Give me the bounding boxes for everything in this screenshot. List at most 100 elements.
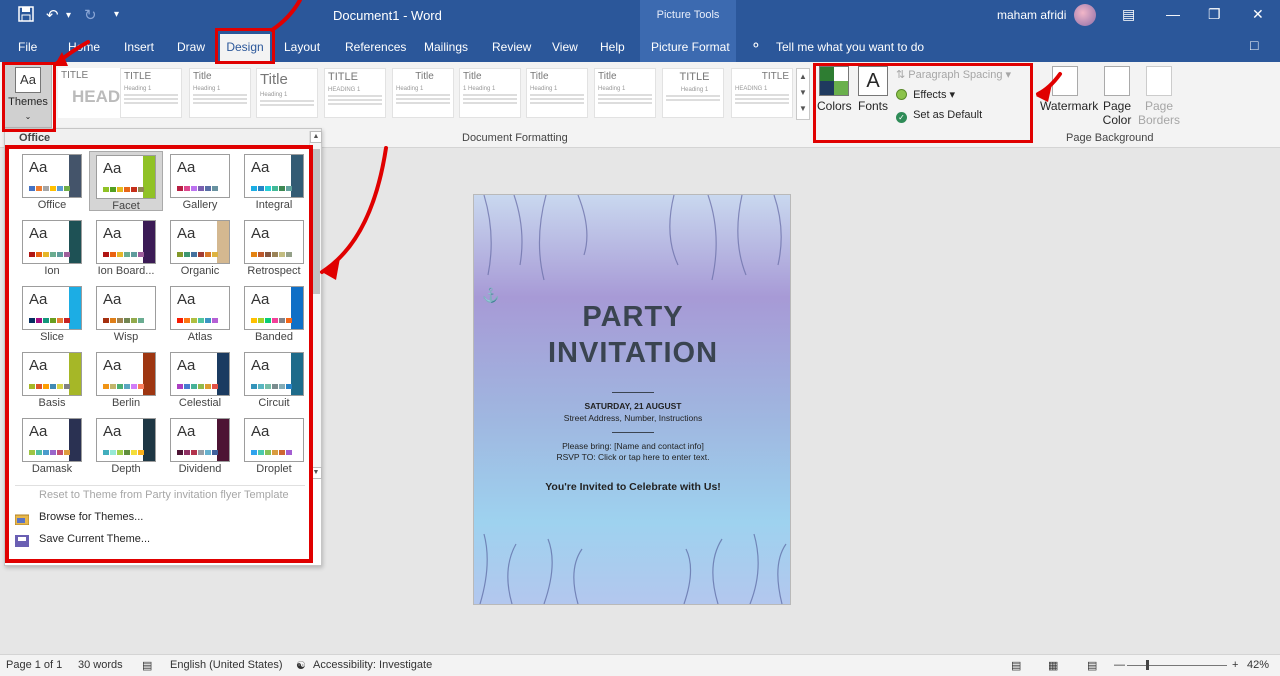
customize-qat-icon[interactable]: ▾ [114,9,119,20]
style-set-title: TITLE [679,71,710,83]
zoom-out-icon[interactable]: — [1114,659,1125,671]
tab-draw[interactable]: Draw [177,40,205,54]
print-layout-icon[interactable]: ▦ [1048,659,1058,672]
zoom-in-icon[interactable]: + [1232,659,1238,671]
leaves-decoration-bottom [479,533,787,604]
minimize-icon[interactable]: — [1166,6,1180,22]
divider [612,432,654,433]
event-date[interactable]: SATURDAY, 21 AUGUST [474,401,790,411]
scroll-up-icon[interactable]: ▲ [310,131,322,143]
watermark-button[interactable]: Watermark [1040,66,1098,113]
scroll-up-icon[interactable]: ▲ [797,69,809,85]
page-borders-icon [1146,66,1172,96]
tab-insert[interactable]: Insert [124,40,154,54]
party-title-line1: PARTY [582,301,684,333]
style-set-thumb[interactable]: Title Heading 1 [526,68,588,118]
style-set-heading: Heading 1 [598,86,626,92]
more-icon[interactable]: ▼ [797,101,809,117]
ribbon-display-options-icon[interactable]: ▤ [1122,6,1135,23]
title-bar: ↶ ▾ ↻ ▾ Document1 - Word Picture Tools m… [0,0,1280,32]
annotation-highlight-box [813,63,1033,143]
style-set-thumb[interactable]: TITLE HEAD [58,68,120,118]
restore-icon[interactable]: ❐ [1208,6,1221,23]
style-set-title: Title [530,71,549,82]
tab-mailings[interactable]: Mailings [424,40,468,54]
tab-view[interactable]: View [552,40,578,54]
page-borders-button[interactable]: Page Borders [1134,66,1184,127]
close-icon[interactable]: ✕ [1252,6,1264,23]
lightbulb-icon: ⚬ [750,37,762,53]
tab-picture-format[interactable]: Picture Format [651,40,730,54]
style-set-head-preview: HEAD [72,87,120,106]
tab-file[interactable]: File [18,40,37,54]
style-set-thumb[interactable]: Title Heading 1 [392,68,454,118]
style-set-thumb[interactable]: TITLE HEADING 1 [324,68,386,118]
tab-home[interactable]: Home [68,40,100,54]
user-name[interactable]: maham afridi [997,8,1066,22]
themes-dropdown: Office Aa Office Aa Facet Aa Gallery Aa Integra… [4,128,322,566]
style-set-thumb[interactable]: Title 1 Heading 1 [459,68,521,118]
style-set-heading: HEADING 1 [735,86,768,92]
style-set-thumb[interactable]: Title Heading 1 [594,68,656,118]
style-set-title: Title [193,71,212,82]
style-set-heading: Heading 1 [193,86,221,92]
style-set-thumb[interactable]: TITLE Heading 1 [662,68,724,118]
event-address[interactable]: Street Address, Number, Instructions [474,413,790,423]
style-gallery-scroll[interactable]: ▲ ▼ ▼ [796,68,810,120]
watermark-label: Watermark [1040,99,1099,113]
save-icon[interactable] [18,6,34,26]
read-mode-icon[interactable]: ▤ [1011,659,1021,672]
ribbon-tabs: File Home Insert Draw Design Layout Refe… [0,32,1280,62]
style-set-heading: Heading 1 [260,92,288,98]
style-set-heading: Heading 1 [680,87,709,93]
rsvp-line[interactable]: RSVP TO: Click or tap here to enter text… [474,452,790,462]
annotation-highlight-box [5,145,313,563]
accessibility-icon[interactable]: ☯ [296,659,306,672]
tab-review[interactable]: Review [492,40,531,54]
web-layout-icon[interactable]: ▤ [1087,659,1097,672]
proofing-icon[interactable]: ▤ [142,659,152,672]
language-indicator[interactable]: English (United States) [170,659,283,671]
redo-icon[interactable]: ↻ [84,6,97,24]
style-set-heading: Heading 1 [124,86,152,92]
tell-me-search[interactable]: Tell me what you want to do [776,40,924,54]
style-set-title: Title [260,71,288,88]
tab-help[interactable]: Help [600,40,625,54]
style-set-thumb[interactable]: Title Heading 1 [256,68,318,118]
scroll-down-icon[interactable]: ▼ [797,85,809,101]
style-set-heading: HEADING 1 [328,87,361,93]
bring-line[interactable]: Please bring: [Name and contact info] [474,441,790,451]
page-color-icon [1104,66,1130,96]
style-set-heading: Heading 1 [396,86,424,92]
document-page[interactable]: ⚓ PARTY INVITATION SATURDAY, 21 AUGUST S… [473,194,791,605]
style-set-thumb[interactable]: Title Heading 1 [189,68,251,118]
style-set-title: TITLE [761,71,789,82]
tab-references[interactable]: References [345,40,406,54]
party-title[interactable]: PARTY INVITATION [474,299,790,371]
style-set-thumb[interactable]: TITLE Heading 1 [120,68,182,118]
page-borders-label: Page Borders [1137,99,1181,127]
divider [612,392,654,393]
zoom-slider[interactable] [1127,665,1227,666]
document-formatting-group-label: Document Formatting [462,132,568,144]
undo-dropdown-icon[interactable]: ▾ [66,10,71,21]
accessibility-status[interactable]: Accessibility: Investigate [313,659,432,671]
style-set-title: TITLE [124,71,152,82]
style-set-title: Title [415,71,434,82]
page-count[interactable]: Page 1 of 1 [6,659,62,671]
avatar[interactable] [1074,4,1096,26]
zoom-slider-thumb[interactable] [1146,660,1149,670]
tab-layout[interactable]: Layout [284,40,320,54]
zoom-level[interactable]: 42% [1247,659,1269,671]
picture-tools-context-header: Picture Tools [640,0,736,32]
invite-line[interactable]: You're Invited to Celebrate with Us! [474,481,790,493]
style-set-thumb[interactable]: TITLE HEADING 1 [731,68,793,118]
annotation-highlight-box [2,62,56,132]
word-count[interactable]: 30 words [78,659,123,671]
document-title: Document1 - Word [333,8,442,23]
comments-icon[interactable]: □ [1250,37,1258,53]
undo-icon[interactable]: ↶ [46,6,59,24]
style-set-heading: Heading 1 [530,86,558,92]
scrollbar-thumb[interactable] [312,149,320,294]
style-set-title: TITLE [328,71,358,83]
